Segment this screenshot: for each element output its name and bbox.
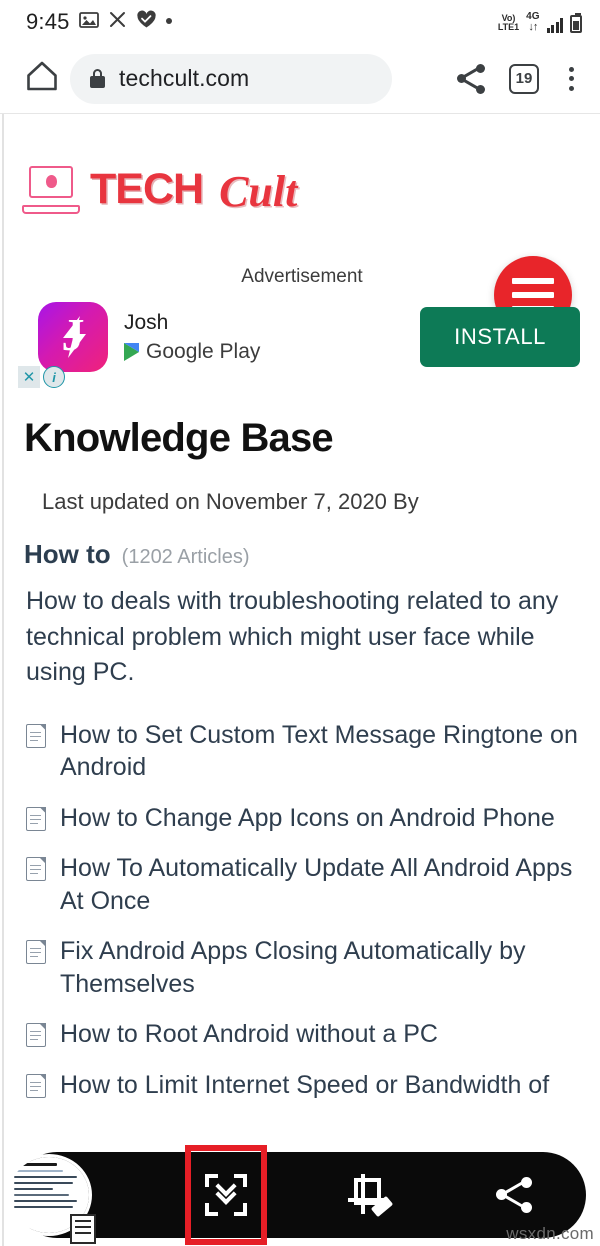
document-icon	[26, 1023, 46, 1047]
article-link[interactable]: How to Set Custom Text Message Ringtone …	[60, 719, 580, 784]
address-bar[interactable]: techcult.com	[70, 53, 392, 104]
phone-screen: 9:45 Vo) LTE1 4G ↓↑ techcult.com 19 TECH…	[0, 0, 600, 1246]
scroll-capture-button[interactable]	[154, 1145, 298, 1245]
url-text: techcult.com	[119, 65, 250, 91]
dot-icon	[165, 18, 172, 24]
volte-icon: Vo) LTE1	[497, 12, 520, 32]
battery-icon	[570, 12, 582, 33]
ad-controls: ✕ i	[18, 366, 65, 388]
list-item[interactable]: Fix Android Apps Closing Automatically b…	[4, 935, 600, 1018]
web-page-content: TECH Cult Advertisement J Josh Google Pl…	[2, 114, 600, 1246]
logo-text-primary: TECH	[90, 165, 204, 213]
section-description: How to deals with troubleshooting relate…	[26, 587, 559, 686]
network-type-icon: 4G ↓↑	[526, 10, 540, 33]
close-ad-icon[interactable]: ✕	[18, 366, 40, 388]
site-header: TECH Cult	[4, 114, 600, 334]
home-button[interactable]	[20, 57, 64, 101]
status-bar-left: 9:45	[26, 9, 172, 35]
article-link[interactable]: Fix Android Apps Closing Automatically b…	[60, 935, 580, 1000]
watermark: wsxdn.com	[506, 1224, 594, 1243]
kebab-menu-icon[interactable]	[561, 63, 582, 95]
document-icon	[26, 1073, 46, 1098]
google-play-icon	[124, 343, 139, 362]
article-link[interactable]: How to Limit Internet Speed or Bandwidth…	[60, 1069, 549, 1102]
laptop-icon	[22, 165, 80, 214]
ad-app-name: Josh	[124, 310, 169, 334]
advertisement-banner[interactable]: J Josh Google Play INSTALL ✕ i	[4, 288, 600, 388]
article-link[interactable]: How to Change App Icons on Android Phone	[60, 802, 555, 835]
list-item[interactable]: How To Automatically Update All Android …	[4, 852, 600, 935]
document-icon	[26, 940, 46, 964]
tab-counter-button[interactable]: 19	[509, 63, 539, 94]
last-updated-text: Last updated on November 7, 2020 By	[42, 489, 419, 514]
install-button[interactable]: INSTALL	[420, 307, 580, 367]
section-title: How to	[24, 539, 111, 569]
list-item[interactable]: How to Root Android without a PC	[4, 1018, 600, 1069]
share-icon	[494, 1175, 534, 1215]
screenshot-toolbar	[6, 1145, 586, 1245]
browser-toolbar: techcult.com 19	[0, 44, 600, 114]
josh-app-icon: J	[38, 302, 108, 372]
toolbar-actions: 19	[441, 63, 582, 95]
article-list: How to Set Custom Text Message Ringtone …	[4, 691, 600, 1120]
scissors-icon	[108, 10, 127, 34]
scroll-capture-icon	[205, 1174, 247, 1216]
list-item[interactable]: How to Limit Internet Speed or Bandwidth…	[4, 1069, 600, 1120]
lock-icon	[90, 69, 105, 88]
crop-edit-button[interactable]	[298, 1152, 442, 1238]
crop-edit-icon	[348, 1174, 394, 1218]
document-icon	[26, 806, 46, 831]
status-bar: 9:45 Vo) LTE1 4G ↓↑	[0, 0, 600, 44]
ad-store-name: Google Play	[146, 340, 261, 364]
ad-meta: Josh Google Play	[124, 310, 260, 364]
home-icon	[25, 60, 59, 97]
share-icon[interactable]	[455, 63, 487, 95]
logo-text-secondary: Cult	[219, 167, 298, 216]
list-item[interactable]: How to Set Custom Text Message Ringtone …	[4, 719, 600, 802]
image-icon	[78, 10, 99, 35]
ad-store: Google Play	[124, 340, 260, 364]
heart-icon	[136, 10, 157, 34]
document-icon	[26, 857, 46, 881]
site-logo[interactable]: TECH Cult	[22, 164, 298, 216]
list-item[interactable]: How to Change App Icons on Android Phone	[4, 802, 600, 853]
status-time: 9:45	[26, 9, 70, 34]
document-icon	[26, 723, 46, 748]
ad-info-icon[interactable]: i	[43, 366, 65, 388]
article-link[interactable]: How to Root Android without a PC	[60, 1018, 438, 1051]
section-article-count: (1202 Articles)	[121, 546, 250, 568]
article-link[interactable]: How To Automatically Update All Android …	[60, 852, 580, 917]
page-title: Knowledge Base	[24, 416, 334, 460]
signal-bars-icon	[546, 17, 563, 33]
status-bar-right: Vo) LTE1 4G ↓↑	[497, 10, 582, 33]
section-header: How to (1202 Articles)	[4, 515, 600, 570]
